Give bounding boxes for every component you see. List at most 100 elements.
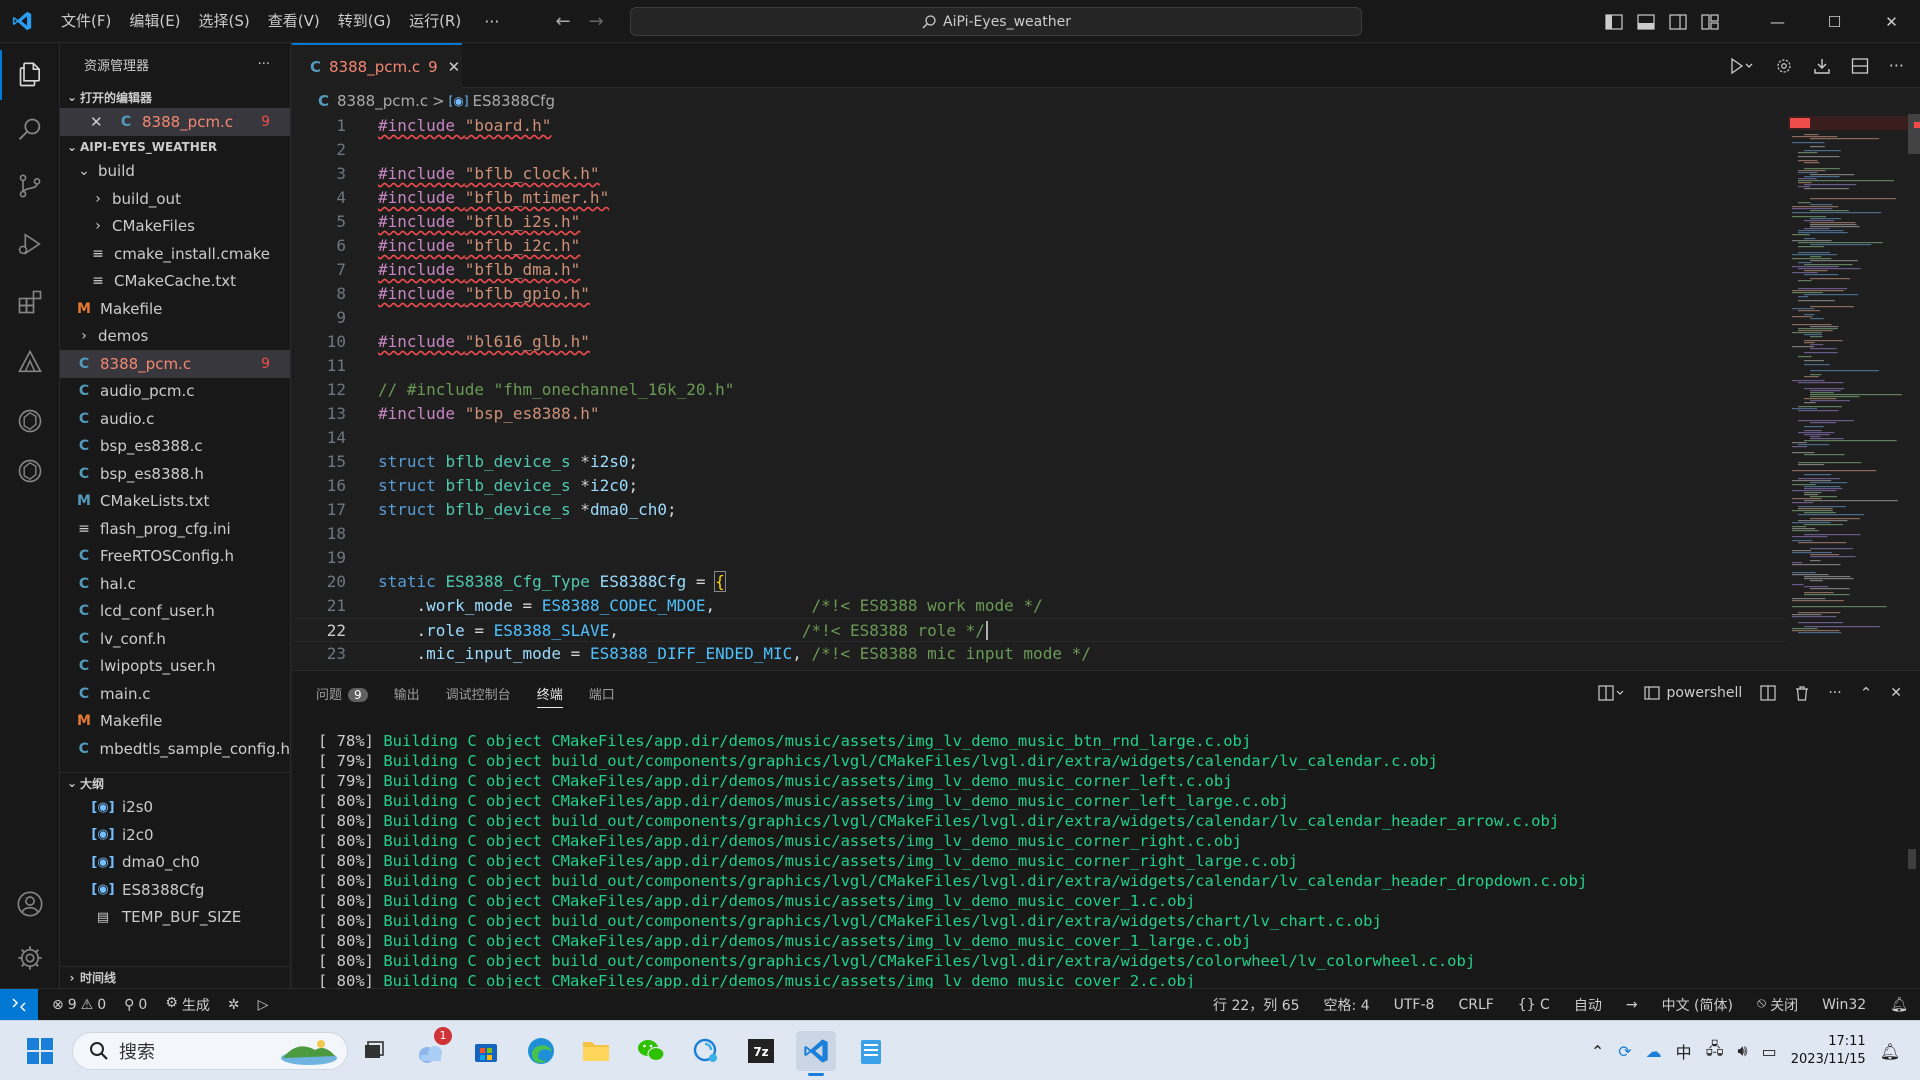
terminal-shell-selector[interactable]: powershell xyxy=(1644,685,1742,701)
code-line[interactable]: 2 xyxy=(292,138,1788,162)
menu-run[interactable]: 运行(R) xyxy=(400,0,470,43)
sidebar-more-button[interactable]: ··· xyxy=(258,57,270,72)
menu-go[interactable]: 转到(G) xyxy=(329,0,400,43)
edge-browser-icon[interactable] xyxy=(521,1031,561,1071)
close-icon[interactable]: ✕ xyxy=(448,58,461,76)
editor-more-button[interactable]: ··· xyxy=(1889,56,1904,75)
panel-tab[interactable]: 端口 xyxy=(589,684,615,703)
code-line[interactable]: 16 struct bflb_device_s *i2c0; xyxy=(292,474,1788,498)
start-button-icon[interactable] xyxy=(20,1031,60,1071)
file-explorer-icon[interactable] xyxy=(576,1031,616,1071)
code-line[interactable]: 12 // #include "fhm_onechannel_16k_20.h" xyxy=(292,378,1788,402)
tree-item[interactable]: Chal.c xyxy=(60,570,290,598)
tree-item[interactable]: › build_out xyxy=(60,185,290,213)
menu-view[interactable]: 查看(V) xyxy=(259,0,329,43)
remote-indicator-button[interactable] xyxy=(0,988,38,1021)
panel-tab[interactable]: 输出 xyxy=(394,684,420,703)
extensions-icon[interactable] xyxy=(0,277,60,327)
code-line[interactable]: 15 struct bflb_device_s *i2s0; xyxy=(292,450,1788,474)
close-icon[interactable]: ✕ xyxy=(90,113,110,131)
code-line[interactable]: 14 xyxy=(292,426,1788,450)
terminal-output[interactable]: [ 78%] Building C object CMakeFiles/app.… xyxy=(318,731,1888,991)
menu-selection[interactable]: 选择(S) xyxy=(190,0,259,43)
end-of-line[interactable]: CRLF xyxy=(1458,997,1493,1013)
run-code-icon[interactable] xyxy=(1729,57,1755,75)
terminal-scrollbar[interactable] xyxy=(1908,721,1916,981)
copilot-status[interactable]: ⦸ 关闭 xyxy=(1757,995,1798,1015)
open-editors-header[interactable]: ⌄ 打开的编辑器 xyxy=(60,86,290,108)
ime-indicator[interactable]: 中 xyxy=(1676,1039,1692,1063)
panel-tab[interactable]: 终端 xyxy=(536,684,563,708)
task-view-icon[interactable] xyxy=(354,1031,394,1071)
tree-item[interactable]: Cmain.c xyxy=(60,680,290,708)
toggle-panel-icon[interactable] xyxy=(1637,13,1655,30)
code-line[interactable]: 18 xyxy=(292,522,1788,546)
indentation[interactable]: 空格: 4 xyxy=(1324,995,1370,1015)
search-icon[interactable] xyxy=(0,105,60,155)
tree-item[interactable]: › CMakeFiles xyxy=(60,213,290,241)
outline-header[interactable]: ⌄ 大纲 xyxy=(60,771,290,794)
customize-layout-icon[interactable] xyxy=(1701,13,1719,30)
cursor-position[interactable]: 行 22，列 65 xyxy=(1213,995,1300,1015)
code-line[interactable]: 7 #include "bflb_dma.h" xyxy=(292,258,1788,282)
minimize-button[interactable]: — xyxy=(1749,13,1806,31)
tree-item[interactable]: M CMakeLists.txt xyxy=(60,488,290,516)
panel-tab[interactable]: 问题 9 xyxy=(316,684,368,703)
encoding[interactable]: UTF-8 xyxy=(1394,997,1435,1013)
tree-item[interactable]: Clwipopts_user.h xyxy=(60,653,290,681)
code-line[interactable]: 20 static ES8388_Cfg_Type ES8388Cfg = { xyxy=(292,570,1788,594)
menu-file[interactable]: 文件(F) xyxy=(52,0,120,43)
run-debug-icon[interactable] xyxy=(0,219,60,269)
outline-item[interactable]: [◉] dma0_ch0 xyxy=(60,849,290,877)
outline-item[interactable]: ▤ TEMP_BUF_SIZE xyxy=(60,904,290,932)
problems-status[interactable]: ⊗ 9 ⚠ 0 xyxy=(52,997,106,1013)
maximize-button[interactable]: ☐ xyxy=(1806,13,1863,31)
tree-item[interactable]: Clcd_conf_user.h xyxy=(60,598,290,626)
run-play-icon[interactable]: ▷ xyxy=(258,997,269,1013)
tree-item[interactable]: Cmbedtls_sample_config.h xyxy=(60,735,290,763)
code-line[interactable]: 8 #include "bflb_gpio.h" xyxy=(292,282,1788,306)
command-center-search[interactable]: AiPi-Eyes_weather xyxy=(630,7,1362,36)
code-line[interactable]: 4 #include "bflb_mtimer.h" xyxy=(292,186,1788,210)
editor-scrollbar[interactable] xyxy=(1908,114,1920,670)
explorer-icon[interactable] xyxy=(0,50,60,100)
7zip-icon[interactable]: 7z xyxy=(741,1031,781,1071)
manage-gear-icon[interactable] xyxy=(0,933,60,983)
tab-8388-pcm[interactable]: C 8388_pcm.c 9 ✕ xyxy=(292,43,462,88)
tree-item[interactable]: C FreeRTOSConfig.h xyxy=(60,543,290,571)
network-icon[interactable]: 🖧︎ xyxy=(1706,1038,1724,1065)
back-arrow-icon[interactable]: ← xyxy=(555,11,570,32)
tree-item[interactable]: M Makefile xyxy=(60,295,290,323)
workspace-header[interactable]: ⌄ AIPI-EYES_WEATHER xyxy=(60,136,290,158)
weather-widget-icon[interactable]: 1 xyxy=(410,1027,452,1071)
split-terminal-icon[interactable] xyxy=(1760,685,1776,701)
wechat-icon[interactable] xyxy=(631,1031,671,1071)
debug-bug-icon[interactable]: ✲ xyxy=(228,997,240,1013)
code-line[interactable]: 13 #include "bsp_es8388.h" xyxy=(292,402,1788,426)
split-terminal-dropdown-icon[interactable] xyxy=(1598,685,1626,701)
code-line[interactable]: 21 .work_mode = ES8388_CODEC_MDOE, /*!< … xyxy=(292,594,1788,618)
notepad-icon[interactable] xyxy=(851,1031,891,1071)
panel-tab[interactable]: 调试控制台 xyxy=(446,684,511,703)
download-icon[interactable] xyxy=(1813,57,1831,75)
microsoft-store-icon[interactable] xyxy=(466,1031,506,1071)
menu-more-button[interactable]: ··· xyxy=(470,0,513,43)
code-line[interactable]: 19 xyxy=(292,546,1788,570)
minimap[interactable] xyxy=(1788,114,1908,670)
code-line[interactable]: 10 #include "bl616_glb.h" xyxy=(292,330,1788,354)
open-editor-item[interactable]: ✕ C 8388_pcm.c 9 xyxy=(60,108,290,136)
tree-item[interactable]: ≡ CMakeCache.txt xyxy=(60,268,290,296)
trash-icon[interactable] xyxy=(1794,685,1810,701)
code-line[interactable]: 22 .role = ES8388_SLAVE, /*!< ES8388 rol… xyxy=(292,618,1788,642)
tree-item[interactable]: Caudio_pcm.c xyxy=(60,378,290,406)
notification-center-bell-icon[interactable]: 🔔︎ xyxy=(1880,1042,1900,1061)
code-line[interactable]: 11 xyxy=(292,354,1788,378)
platformio-icon[interactable] xyxy=(0,337,60,387)
timeline-header[interactable]: › 时间线 xyxy=(60,966,290,988)
openai-icon[interactable] xyxy=(0,446,60,496)
panel-more-button[interactable]: ··· xyxy=(1828,685,1841,701)
notifications-bell-icon[interactable]: 🔔︎ xyxy=(1890,997,1908,1013)
code-line[interactable]: 23 .mic_input_mode = ES8388_DIFF_ENDED_M… xyxy=(292,642,1788,666)
build-status[interactable]: ⚙ 生成 xyxy=(165,995,210,1015)
battery-icon[interactable]: ▭ xyxy=(1762,1042,1777,1061)
